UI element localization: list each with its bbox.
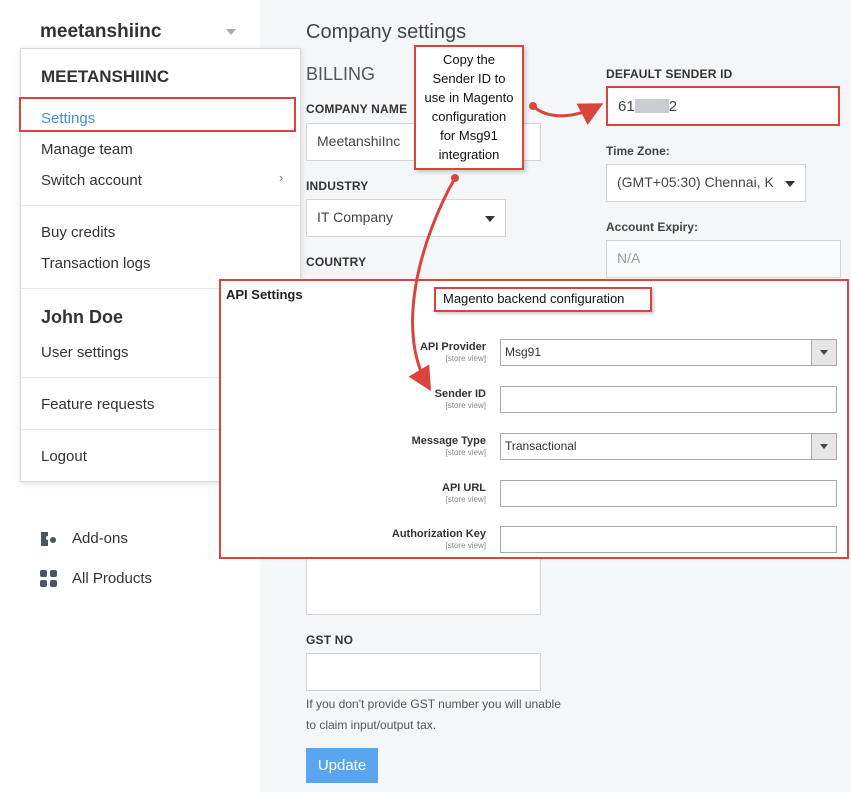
- annotation-arrows: [408, 102, 604, 392]
- arrow-origin-dot: [451, 174, 459, 182]
- arrow-to-sender-id: [531, 103, 604, 125]
- arrow-origin-dot: [529, 102, 537, 110]
- arrow-to-magento-sender: [408, 177, 457, 392]
